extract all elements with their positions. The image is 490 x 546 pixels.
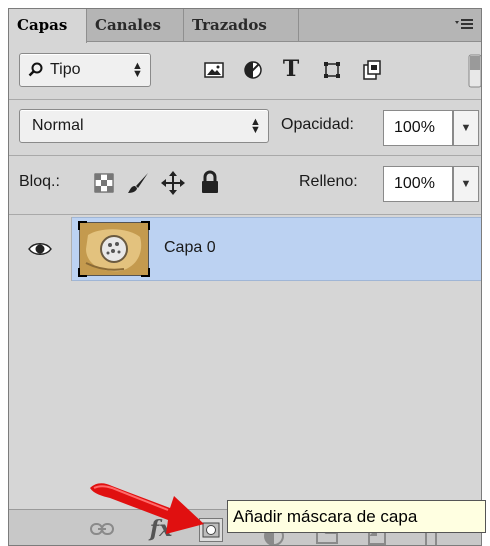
red-arrow-icon: [84, 476, 210, 536]
filter-kind-select[interactable]: Tipo ▲ ▼: [19, 53, 151, 87]
layers-panel: Capas Canales Trazados Tipo ▲ ▼ T Normal …: [8, 8, 482, 546]
search-icon: [28, 62, 44, 78]
filter-toggle-switch[interactable]: [467, 53, 481, 89]
lock-pixels-icon[interactable]: [125, 170, 151, 196]
lock-all-icon[interactable]: [199, 169, 221, 195]
opacity-label: Opacidad:: [281, 116, 354, 133]
divider: [9, 99, 481, 100]
eye-icon[interactable]: [27, 240, 53, 258]
tab-capas[interactable]: Capas: [9, 9, 87, 43]
divider: [9, 214, 481, 215]
adjustment-layer-filter-icon[interactable]: [243, 60, 263, 80]
divider: [9, 155, 481, 156]
fill-input[interactable]: 100%: [383, 166, 453, 202]
thumbnail-corner: [141, 268, 150, 277]
tab-canales[interactable]: Canales: [87, 9, 184, 42]
visibility-cell[interactable]: [9, 217, 72, 281]
blend-mode-value: Normal: [32, 117, 84, 134]
panel-menu-icon[interactable]: [455, 18, 473, 32]
blend-mode-select[interactable]: Normal ▲ ▼: [19, 109, 269, 143]
lock-transparency-icon[interactable]: [93, 172, 115, 194]
filter-kind-label: Tipo: [50, 61, 81, 78]
smart-object-filter-icon[interactable]: [362, 59, 382, 81]
fill-label: Relleno:: [299, 173, 358, 190]
lock-position-icon[interactable]: [159, 169, 187, 197]
fill-dropdown-button[interactable]: ▼: [453, 166, 479, 202]
thumbnail-corner: [141, 221, 150, 230]
layer-thumbnail[interactable]: [78, 221, 150, 277]
shape-layer-filter-icon[interactable]: [322, 60, 342, 80]
opacity-dropdown-button[interactable]: ▼: [453, 110, 479, 146]
tab-trazados[interactable]: Trazados: [184, 9, 299, 42]
updown-arrows-icon: ▲ ▼: [132, 60, 143, 80]
thumbnail-corner: [78, 221, 87, 230]
thumbnail-image: [80, 223, 148, 275]
opacity-input[interactable]: 100%: [383, 110, 453, 146]
tooltip: Añadir máscara de capa: [227, 500, 486, 533]
layer-row[interactable]: Capa 0: [9, 217, 481, 281]
type-layer-filter-icon[interactable]: T: [281, 56, 301, 82]
thumbnail-corner: [78, 268, 87, 277]
tab-strip: Capas Canales Trazados: [9, 9, 481, 43]
lock-label: Bloq.:: [19, 173, 60, 190]
updown-arrows-icon: ▲ ▼: [250, 116, 261, 136]
pixel-layer-filter-icon[interactable]: [203, 60, 225, 80]
layer-name[interactable]: Capa 0: [164, 239, 216, 257]
